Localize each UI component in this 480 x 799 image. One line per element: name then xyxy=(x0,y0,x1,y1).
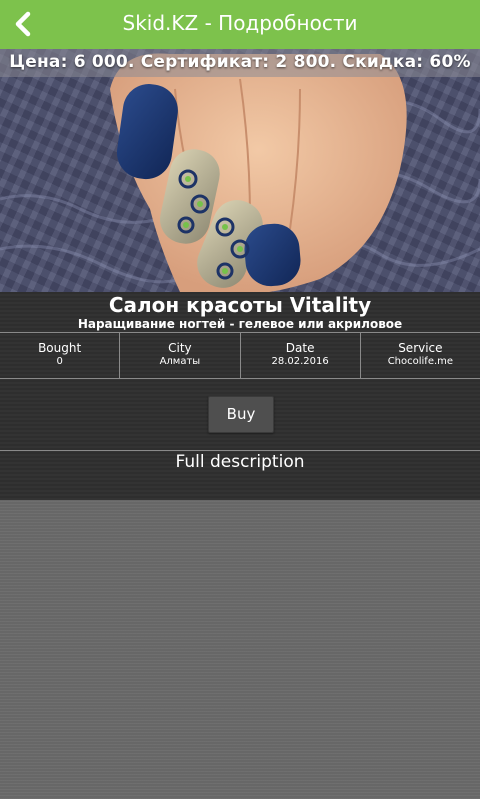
stat-value: 28.02.2016 xyxy=(271,356,329,367)
stat-label: Service xyxy=(398,341,443,355)
app-header: Skid.KZ - Подробности xyxy=(0,0,480,49)
stat-city: City Алматы xyxy=(120,333,241,378)
buy-button[interactable]: Buy xyxy=(208,396,274,433)
stat-label: Bought xyxy=(38,341,82,355)
deal-info-panel: Салон красоты Vitality Наращивание ногте… xyxy=(0,292,480,500)
stat-value: 0 xyxy=(56,356,63,367)
stat-label: Date xyxy=(285,341,315,355)
price-banner: Цена: 6 000. Сертификат: 2 800. Скидка: … xyxy=(0,49,480,77)
content-background xyxy=(0,500,480,799)
deal-title: Салон красоты Vitality xyxy=(108,293,372,317)
stat-bought: Bought 0 xyxy=(0,333,121,378)
deal-stats: Bought 0 City Алматы Date 28.02.2016 Ser… xyxy=(0,332,480,379)
full-description-link[interactable]: Full description xyxy=(0,452,480,472)
deal-image: Цена: 6 000. Сертификат: 2 800. Скидка: … xyxy=(0,49,480,292)
page-title: Skid.KZ - Подробности xyxy=(122,11,358,35)
stat-value: Chocolife.me xyxy=(387,356,454,367)
stat-service: Service Chocolife.me xyxy=(361,333,480,378)
price-line: Цена: 6 000. Сертификат: 2 800. Скидка: … xyxy=(9,52,471,72)
stat-label: City xyxy=(168,341,192,355)
divider xyxy=(0,450,480,451)
stat-date: Date 28.02.2016 xyxy=(241,333,361,378)
deal-subtitle: Наращивание ногтей - гелевое или акрилов… xyxy=(77,317,403,331)
stat-value: Алматы xyxy=(159,356,201,367)
nails-photo xyxy=(0,53,480,292)
